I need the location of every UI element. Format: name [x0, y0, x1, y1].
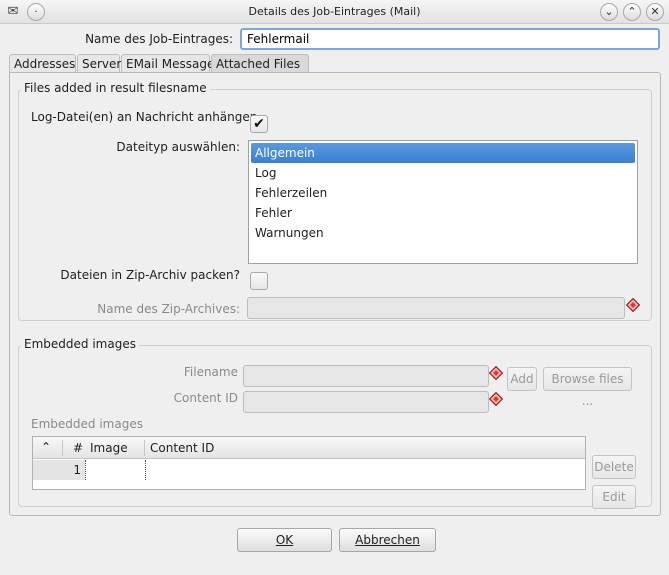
- column-divider[interactable]: [62, 440, 63, 456]
- table-header: ⌃ # Image Content ID: [33, 437, 585, 459]
- zip-checkbox[interactable]: [250, 272, 268, 290]
- tab-email-message[interactable]: EMail Message: [121, 54, 214, 72]
- filetype-label: Dateityp auswählen:: [116, 140, 240, 154]
- zip-label: Dateien in Zip-Archiv packen?: [60, 268, 240, 282]
- edit-button[interactable]: Edit: [592, 485, 636, 509]
- tab-attached-files[interactable]: Attached Files: [211, 54, 309, 73]
- cancel-button[interactable]: Abbrechen: [339, 528, 436, 552]
- maximize-icon[interactable]: ⌃: [623, 3, 641, 21]
- column-header-image[interactable]: Image: [90, 441, 128, 455]
- minimize-icon[interactable]: ⌄: [600, 3, 618, 21]
- table-row[interactable]: 1: [33, 460, 585, 480]
- content-id-label: Content ID: [173, 391, 238, 405]
- add-button[interactable]: Add: [507, 367, 537, 391]
- embedded-images-table-title: Embedded images: [31, 417, 143, 431]
- chevron-up-icon[interactable]: ⌃: [41, 440, 51, 454]
- cancel-label: Abbrechen: [355, 533, 420, 547]
- log-attach-label: Log-Datei(en) an Nachricht anhängen: [31, 110, 258, 124]
- close-icon[interactable]: ✕: [646, 3, 664, 21]
- job-name-input[interactable]: [240, 28, 660, 50]
- list-item[interactable]: Fehlerzeilen: [251, 183, 635, 203]
- images-group-title: Embedded images: [21, 337, 139, 351]
- delete-button[interactable]: Delete: [592, 455, 636, 479]
- column-header-content-id[interactable]: Content ID: [150, 441, 214, 455]
- files-group-title: Files added in result filesname: [21, 81, 210, 95]
- cell-divider: [85, 460, 86, 480]
- list-item[interactable]: Allgemein: [251, 143, 635, 163]
- ok-button[interactable]: OK: [237, 528, 332, 552]
- list-item[interactable]: Warnungen: [251, 223, 635, 243]
- list-item[interactable]: Log: [251, 163, 635, 183]
- zip-name-label: Name des Zip-Archives:: [97, 302, 240, 316]
- job-name-label: Name des Job-Eintrages:: [85, 32, 233, 46]
- filename-input[interactable]: [243, 365, 489, 387]
- ok-label: OK: [275, 533, 294, 547]
- tab-server[interactable]: Server: [77, 54, 121, 72]
- tab-addresses[interactable]: Addresses: [9, 54, 76, 72]
- cell-divider: [145, 460, 146, 480]
- list-item[interactable]: Fehler: [251, 203, 635, 223]
- column-divider[interactable]: [144, 440, 145, 456]
- title-bar: ✉ · Details des Job-Eintrages (Mail) ⌄ ⌃…: [0, 0, 669, 24]
- window-title: Details des Job-Eintrages (Mail): [248, 5, 421, 18]
- content-id-input[interactable]: [243, 391, 489, 413]
- filename-label: Filename: [183, 365, 238, 379]
- filetype-listbox[interactable]: Allgemein Log Fehlerzeilen Fehler Warnun…: [248, 140, 638, 264]
- log-attach-checkbox[interactable]: ✔: [250, 115, 268, 133]
- zip-name-input[interactable]: [247, 297, 625, 319]
- embedded-images-table[interactable]: ⌃ # Image Content ID 1: [32, 436, 586, 490]
- checkmark-icon: ✔: [253, 116, 265, 132]
- browse-files-button[interactable]: Browse files ...: [543, 367, 632, 408]
- row-number: 1: [73, 463, 81, 477]
- column-header-number[interactable]: #: [73, 441, 83, 455]
